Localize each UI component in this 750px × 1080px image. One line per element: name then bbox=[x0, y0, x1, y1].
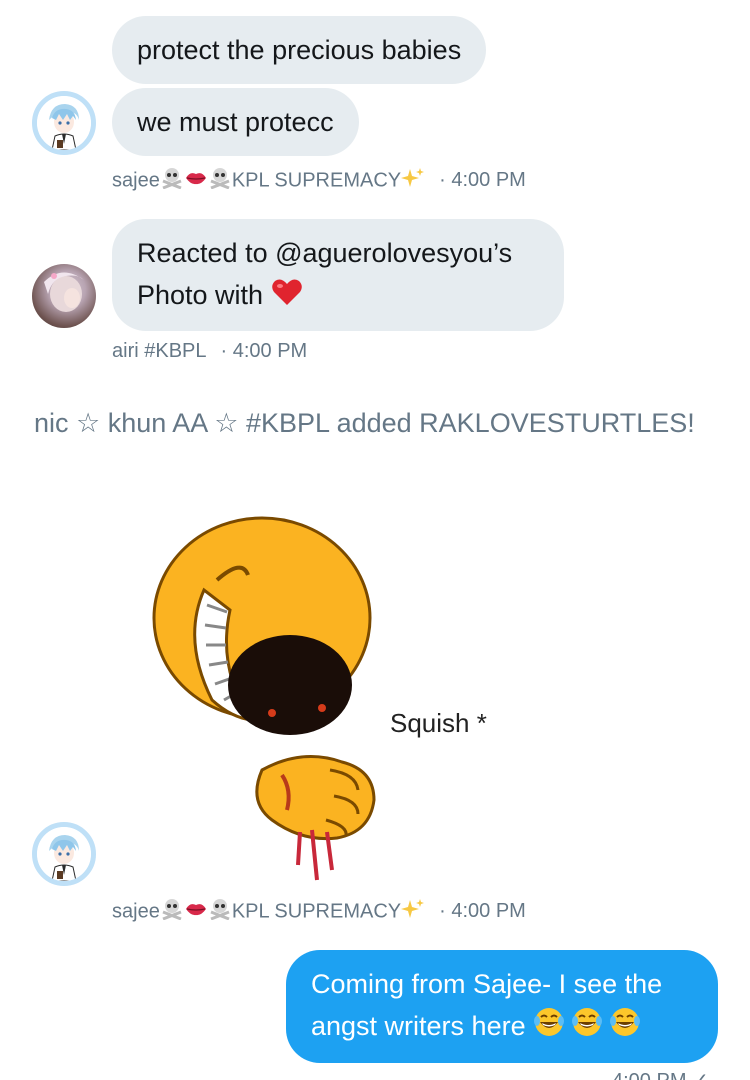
red-heart-icon bbox=[271, 276, 303, 318]
timestamp: · 4:00 PM bbox=[439, 900, 526, 923]
dm-conversation: protect the precious babies we must prot… bbox=[0, 0, 750, 1080]
message-text: protect the precious babies bbox=[137, 35, 462, 65]
message-text: Reacted to @aguerolovesyou’s bbox=[137, 238, 513, 268]
lips-icon bbox=[184, 169, 208, 193]
sender-suffix: KPL SUPREMACY bbox=[231, 900, 402, 923]
sender-name[interactable]: sajee bbox=[112, 900, 160, 922]
message-text-line: angst writers here bbox=[311, 1005, 693, 1050]
sender-name[interactable]: airi #KBPL bbox=[112, 340, 207, 362]
skull-crossbones-icon bbox=[208, 167, 232, 195]
sent-check-icon: ✓ bbox=[692, 1070, 709, 1080]
sender-suffix: KPL SUPREMACY bbox=[231, 169, 402, 192]
system-message: nic ☆ khun AA ☆ #KBPL added RAKLOVESTURT… bbox=[34, 408, 695, 438]
lips-icon bbox=[184, 900, 208, 924]
sparkles-icon bbox=[401, 898, 425, 926]
message-text: we must protecc bbox=[137, 107, 334, 137]
skull-crossbones-icon bbox=[160, 898, 184, 926]
outgoing-message-bubble[interactable]: Coming from Sajee- I see the angst write… bbox=[286, 950, 718, 1063]
tears-of-joy-icon bbox=[609, 1006, 641, 1050]
skull-crossbones-icon bbox=[208, 898, 232, 926]
tears-of-joy-icon bbox=[571, 1006, 603, 1050]
message-meta: airi #KBPL · 4:00 PM bbox=[112, 340, 307, 363]
avatar[interactable] bbox=[32, 264, 96, 328]
user-photo-icon bbox=[44, 272, 84, 312]
tears-of-joy-icon bbox=[533, 1006, 565, 1050]
message-bubble[interactable]: we must protecc bbox=[112, 88, 359, 156]
message-text: Coming from Sajee- I see the bbox=[311, 969, 663, 999]
image-caption: Squish * bbox=[390, 708, 487, 738]
avatar[interactable] bbox=[32, 822, 96, 886]
message-bubble[interactable]: protect the precious babies bbox=[112, 16, 487, 84]
sparkles-icon bbox=[401, 167, 425, 195]
timestamp: 4:00 PM bbox=[612, 1070, 686, 1080]
timestamp: · 4:00 PM bbox=[220, 340, 308, 362]
cursed-emoji-image: Squish * bbox=[152, 516, 487, 881]
timestamp: · 4:00 PM bbox=[439, 169, 526, 192]
sender-name[interactable]: sajee bbox=[112, 169, 160, 191]
anime-avatar-icon bbox=[37, 827, 91, 881]
message-text-line: Photo with bbox=[137, 274, 539, 318]
message-bubble[interactable]: Reacted to @aguerolovesyou’s Photo with bbox=[112, 219, 564, 331]
anime-avatar-icon bbox=[37, 96, 91, 150]
skull-crossbones-icon bbox=[160, 167, 184, 195]
image-attachment[interactable]: Squish * bbox=[112, 470, 612, 890]
message-meta: sajee KPL SUPREMACY · 4:00 PM bbox=[112, 898, 526, 926]
message-meta: sajee KPL SUPREMACY · 4:00 PM bbox=[112, 167, 526, 195]
avatar[interactable] bbox=[32, 91, 96, 155]
message-meta: 4:00 PM ✓ bbox=[612, 1068, 709, 1080]
